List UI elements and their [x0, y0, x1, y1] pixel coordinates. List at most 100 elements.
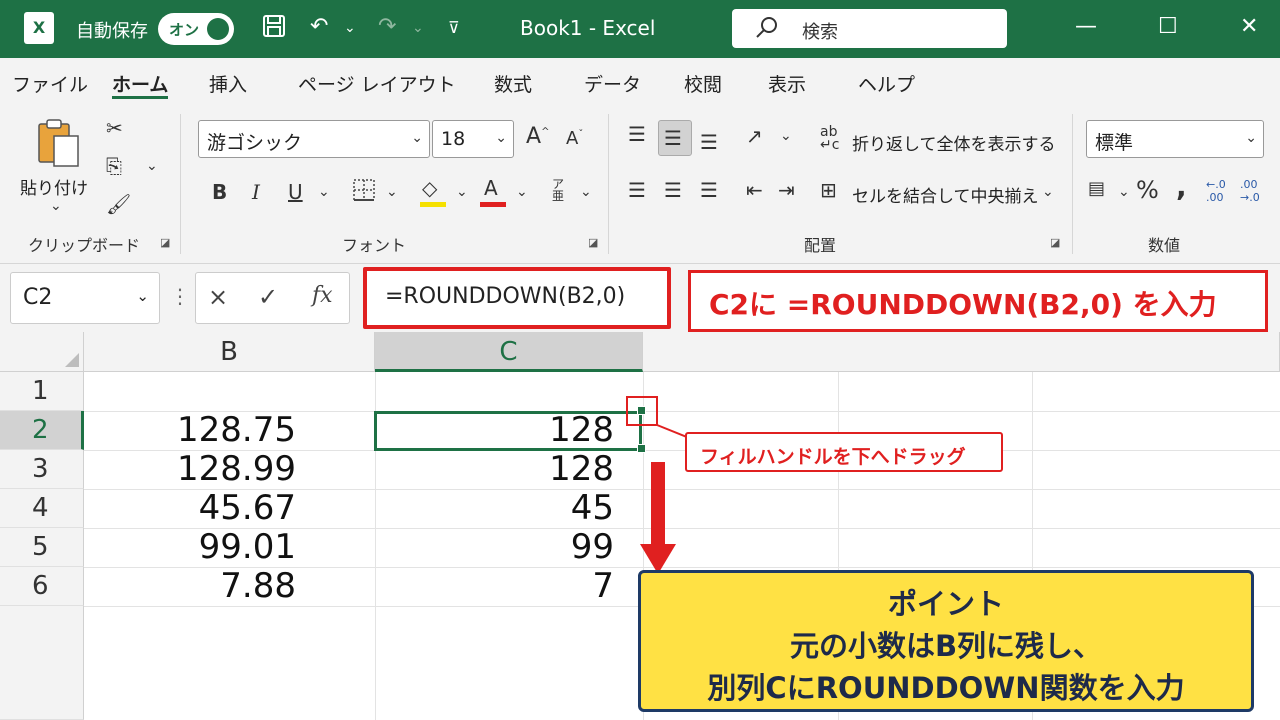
decrease-decimal-icon[interactable]: .00 →.0 — [1240, 178, 1260, 204]
fill-color-dropdown-icon[interactable]: ⌄ — [456, 184, 468, 200]
tab-insert[interactable]: 挿入 — [209, 70, 247, 97]
phonetic-dropdown-icon[interactable]: ⌄ — [580, 184, 592, 200]
tab-home[interactable]: ホーム — [112, 70, 168, 97]
align-right-icon[interactable]: ☰ — [700, 178, 718, 202]
cell-b5[interactable]: 99.01 — [90, 527, 296, 567]
enter-icon[interactable]: ✓ — [258, 283, 278, 311]
cell-b2[interactable]: 128.75 — [90, 410, 296, 450]
fill-handle[interactable] — [637, 406, 646, 415]
wrap-text-icon[interactable]: ab ↵c — [820, 125, 839, 152]
column-header-c[interactable]: C — [375, 332, 643, 372]
name-box[interactable]: C2 ⌄ — [10, 272, 160, 324]
cell-b6[interactable]: 7.88 — [90, 566, 296, 606]
font-size-select[interactable]: 18 ⌄ — [432, 120, 514, 158]
fill-color-icon[interactable]: ◇ — [422, 176, 437, 200]
redo-icon[interactable]: ↷ — [378, 14, 396, 39]
cell-c5[interactable]: 99 — [380, 527, 614, 567]
increase-decimal-icon[interactable]: ←.0.00 — [1206, 178, 1226, 204]
merge-center-button[interactable]: セルを結合して中央揃え — [852, 182, 1039, 207]
tab-formulas[interactable]: 数式 — [494, 70, 532, 97]
number-format-select[interactable]: 標準 ⌄ — [1086, 120, 1264, 158]
row-header-6[interactable]: 6 — [0, 567, 84, 606]
bottom-align-icon[interactable]: ☰ — [700, 130, 718, 154]
cancel-icon[interactable]: × — [208, 283, 228, 311]
underline-dropdown-icon[interactable]: ⌄ — [318, 184, 330, 200]
tab-page-layout[interactable]: ページ レイアウト — [298, 70, 456, 97]
column-header-next[interactable] — [643, 332, 1280, 372]
font-color-dropdown-icon[interactable]: ⌄ — [516, 184, 528, 200]
accounting-dropdown-icon[interactable]: ⌄ — [1118, 184, 1130, 200]
cut-icon[interactable]: ✂ — [106, 116, 123, 140]
formula-input[interactable]: =ROUNDDOWN(B2,0) — [363, 267, 671, 329]
column-header-b[interactable]: B — [84, 332, 375, 372]
minimize-icon[interactable]: — — [1075, 14, 1097, 39]
orientation-dropdown-icon[interactable]: ⌄ — [780, 128, 792, 144]
cell-c6[interactable]: 7 — [380, 566, 614, 606]
cell-b3[interactable]: 128.99 — [90, 449, 296, 489]
worksheet-grid[interactable]: B C 1 2 3 4 5 6 128.75 128.99 45.67 99.0… — [0, 332, 1280, 720]
ribbon-separator — [180, 114, 181, 254]
align-center-icon[interactable]: ☰ — [664, 178, 682, 202]
redo-dropdown-icon[interactable]: ⌄ — [412, 20, 424, 36]
copy-icon[interactable]: ⎘ — [106, 154, 122, 178]
select-all-corner[interactable] — [0, 332, 84, 372]
save-icon[interactable] — [262, 14, 286, 44]
phonetic-icon[interactable]: ア亜 — [552, 178, 564, 202]
increase-indent-icon[interactable]: ⇥ — [778, 178, 795, 202]
paste-button[interactable]: 貼り付け — [20, 174, 88, 199]
cell-b4[interactable]: 45.67 — [90, 488, 296, 528]
merge-dropdown-icon[interactable]: ⌄ — [1042, 184, 1054, 200]
merge-center-icon[interactable]: ⊞ — [820, 178, 837, 202]
insert-function-icon[interactable]: fx — [312, 283, 333, 308]
fill-handle-corner[interactable] — [637, 444, 646, 453]
row-header-1[interactable]: 1 — [0, 372, 84, 411]
decrease-indent-icon[interactable]: ⇤ — [746, 178, 763, 202]
align-left-icon[interactable]: ☰ — [628, 178, 646, 202]
undo-dropdown-icon[interactable]: ⌄ — [344, 20, 356, 36]
number-format-value: 標準 — [1095, 132, 1134, 154]
format-painter-icon[interactable]: 🖌 — [106, 192, 131, 216]
bold-button[interactable]: B — [212, 180, 227, 204]
borders-dropdown-icon[interactable]: ⌄ — [386, 184, 398, 200]
increase-font-icon[interactable]: A^ — [526, 124, 549, 149]
row-header-4[interactable]: 4 — [0, 489, 84, 528]
middle-align-icon[interactable]: ☰ — [664, 126, 682, 150]
font-launcher-icon[interactable]: ◪ — [588, 236, 598, 249]
maximize-icon[interactable]: ☐ — [1158, 14, 1178, 39]
cell-c3[interactable]: 128 — [380, 449, 614, 489]
copy-dropdown-icon[interactable]: ⌄ — [146, 158, 158, 174]
wrap-text-button[interactable]: 折り返して全体を表示する — [852, 130, 1056, 155]
tab-view[interactable]: 表示 — [768, 70, 806, 97]
comma-button[interactable]: , — [1176, 170, 1187, 203]
top-align-icon[interactable]: ☰ — [628, 122, 646, 146]
accounting-format-icon[interactable]: ▤ — [1088, 178, 1105, 199]
row-header-2[interactable]: 2 — [0, 411, 84, 450]
tab-review[interactable]: 校閲 — [684, 70, 722, 97]
underline-button[interactable]: U — [288, 180, 303, 204]
tab-file[interactable]: ファイル — [12, 70, 88, 97]
clipboard-launcher-icon[interactable]: ◪ — [160, 236, 170, 249]
paste-dropdown-icon[interactable]: ⌄ — [50, 198, 62, 214]
orientation-icon[interactable]: ↗ — [746, 124, 763, 148]
autosave-toggle[interactable]: オン — [158, 13, 234, 45]
cell-c4[interactable]: 45 — [380, 488, 614, 528]
percent-button[interactable]: % — [1136, 176, 1159, 204]
tab-data[interactable]: データ — [584, 70, 641, 97]
point-line-1: 元の小数はB列に残し、 — [789, 629, 1103, 663]
formula-value: =ROUNDDOWN(B2,0) — [385, 284, 626, 309]
close-icon[interactable]: ✕ — [1240, 14, 1258, 39]
row-header-5[interactable]: 5 — [0, 528, 84, 567]
paste-icon[interactable] — [36, 118, 82, 173]
undo-icon[interactable]: ↶ — [310, 14, 328, 39]
tab-help[interactable]: ヘルプ — [858, 70, 915, 97]
customize-qat-icon[interactable]: ⊽ — [448, 18, 460, 37]
decrease-font-icon[interactable]: Aˇ — [566, 128, 583, 149]
alignment-launcher-icon[interactable]: ◪ — [1050, 236, 1060, 249]
italic-button[interactable]: I — [252, 180, 260, 204]
borders-icon[interactable] — [352, 178, 376, 207]
search-box[interactable]: 検索 — [732, 9, 1007, 48]
font-name-select[interactable]: 游ゴシック ⌄ — [198, 120, 430, 158]
more-options-icon[interactable]: ⋮ — [170, 284, 190, 308]
row-header-3[interactable]: 3 — [0, 450, 84, 489]
font-color-icon[interactable]: A — [484, 176, 498, 200]
